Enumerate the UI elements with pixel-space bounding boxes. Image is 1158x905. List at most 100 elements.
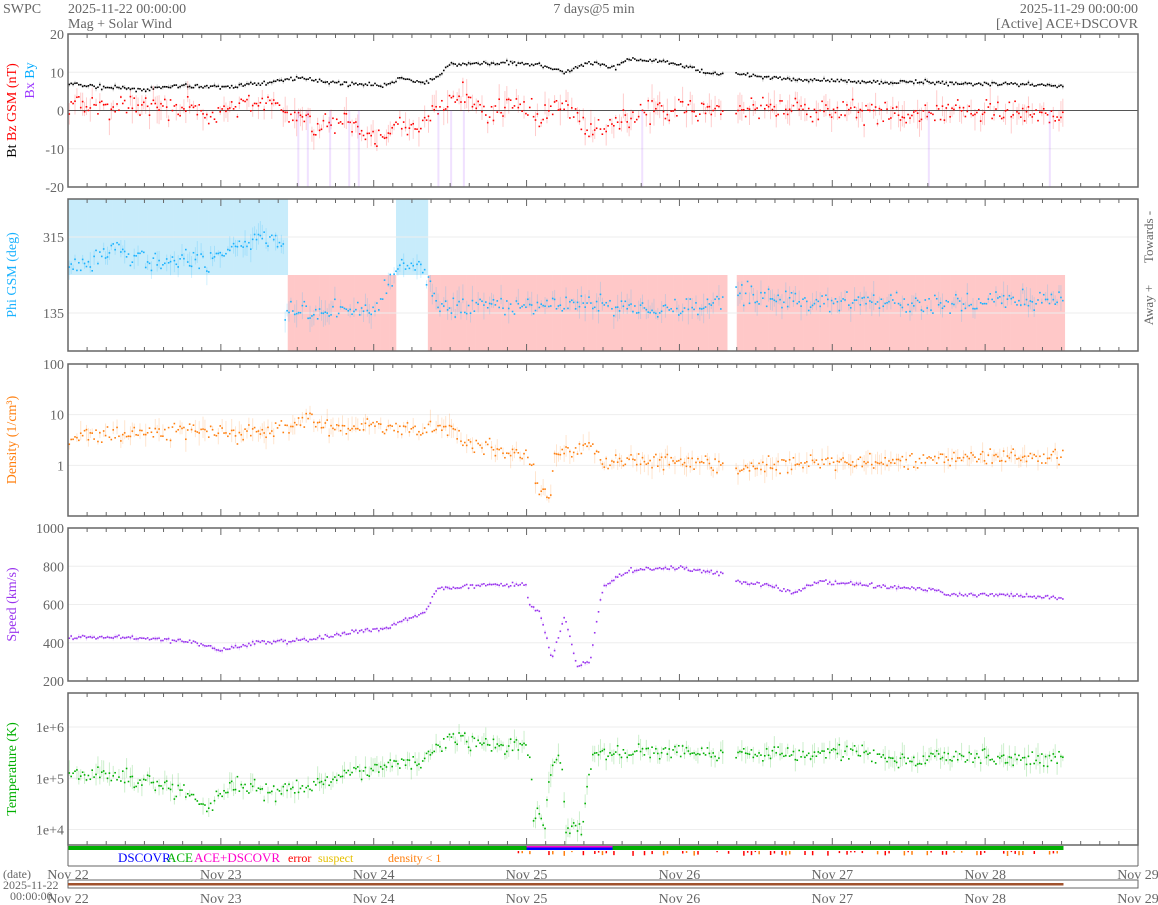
bz-point [907,113,909,116]
bt-point [742,73,745,75]
bz-point [506,98,508,101]
phi-point [882,305,885,308]
speed-point [85,636,88,639]
phi-point [1018,299,1020,302]
density-point [922,454,925,456]
bt-point [133,87,136,90]
bz-point [456,99,458,101]
speed-point [706,570,709,572]
bt-point [624,60,627,62]
density-point [165,438,168,441]
speed-point [588,661,590,664]
speed-point [672,566,674,569]
bz-point [127,107,130,109]
bt-point [809,78,812,81]
bt-point [647,60,650,63]
phi-point [230,245,233,248]
temperature-point [114,771,116,774]
bt-point [976,83,978,85]
bt-point [209,85,212,88]
phi-point [962,303,965,305]
bt-point [718,74,720,76]
bz-point [798,108,800,111]
phi-point [83,262,86,265]
speed-point [374,628,376,630]
density-point [349,429,351,432]
bz-point [570,107,573,109]
bz-point [368,132,371,135]
speed-point [272,640,275,643]
bz-point [788,108,791,111]
bt-point [530,63,533,66]
bz-point [945,107,948,109]
phi-point [553,298,556,301]
density-point [492,448,495,451]
bt-point [397,77,399,79]
phi-point [343,307,346,310]
bt-point [467,62,470,64]
bz-point [444,108,447,110]
density-point [248,424,250,426]
bt-point [639,58,642,61]
legend-bx: Bx [23,82,38,98]
density-point [773,463,776,466]
bz-point [846,104,848,106]
speed-point [465,583,468,586]
phi-point [328,315,330,317]
density-point [177,428,179,431]
bt-point [202,87,204,89]
phi-point [171,256,174,258]
density-point [240,433,243,436]
bz-point [332,117,334,120]
density-point [362,429,365,431]
speed-point [192,640,195,642]
bz-point [249,110,252,112]
bz-point [471,105,474,108]
bt-point [861,80,864,82]
density-point [261,428,264,431]
density-point [209,425,212,428]
bt-point [916,82,919,84]
density-point [588,442,590,444]
bz-point [1044,112,1047,115]
bz-point [998,115,1001,117]
phi-point [672,310,674,313]
speed-point [242,643,244,646]
phi-point [781,306,783,309]
phi-point [282,243,285,245]
density-point [465,444,468,447]
phi-point [639,304,642,306]
bt-point [395,80,397,83]
bt-point [674,63,676,65]
bz-point [968,105,971,108]
speed-point [494,583,497,585]
phi-point [362,310,365,313]
bz-point [353,121,355,124]
bt-point [255,84,258,86]
bz-point [670,110,672,112]
phi-point [890,294,892,296]
bz-point [488,116,491,118]
bt-point [127,87,130,89]
phi-point [72,268,74,271]
bz-point [916,112,919,115]
bz-point [905,121,907,124]
density-point [150,431,153,434]
y-tick-label: 1e+4 [36,824,64,839]
speed-point [721,572,724,575]
speed-point [530,605,533,608]
bt-point [293,79,296,81]
phi-point [958,300,961,302]
bt-point [966,82,969,85]
phi-point [473,310,476,313]
density-point [78,439,80,442]
bt-point [905,81,907,83]
phi-point [572,301,575,304]
bt-point [769,78,772,80]
bt-point [695,69,697,72]
temperature-point [129,776,132,778]
bz-point [213,118,216,121]
density-point [397,430,399,433]
density-point [869,452,871,455]
speed-point [215,649,218,651]
